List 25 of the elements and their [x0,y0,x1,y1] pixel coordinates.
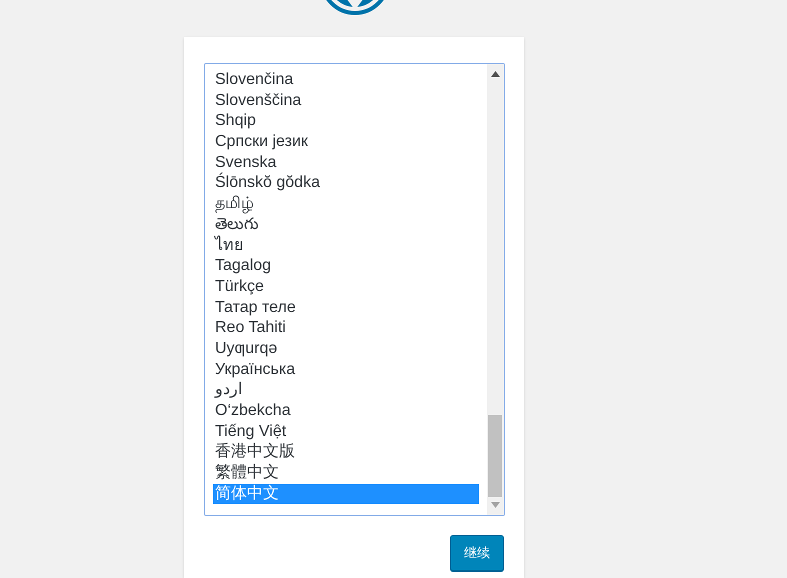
language-option[interactable]: اردو [213,380,479,401]
language-option[interactable]: 繁體中文 [213,463,479,484]
language-option[interactable]: Reo Tahiti [213,318,479,339]
scroll-down-icon[interactable] [491,502,500,508]
language-option[interactable]: 香港中文版 [213,442,479,464]
language-option[interactable]: Ślōnskŏ gŏdka [213,173,479,194]
language-option[interactable]: தமிழ் [213,194,479,215]
language-option[interactable]: Tagalog [213,256,479,277]
scroll-up-icon[interactable] [491,71,500,77]
scrollbar-thumb[interactable] [488,415,502,497]
language-option[interactable]: Svenska [213,152,479,174]
language-option[interactable]: Uyƣurqə [213,338,479,360]
language-option[interactable]: Українська [213,360,479,380]
language-option[interactable]: Slovenčina [213,70,479,91]
language-option[interactable]: Türkçe [213,276,479,298]
language-option[interactable]: తెలుగు [213,214,479,236]
language-option[interactable]: Српски језик [213,132,479,153]
language-option[interactable]: O‘zbekcha [213,401,479,422]
language-option[interactable]: ไทย [213,236,479,256]
language-option[interactable]: Tiếng Việt [213,422,479,442]
language-option[interactable]: Slovenščina [213,90,479,112]
language-option[interactable]: Татар теле [213,298,479,318]
language-option[interactable]: Shqip [213,111,479,132]
continue-button[interactable]: 继续 [450,535,504,571]
scrollbar[interactable] [487,64,504,515]
